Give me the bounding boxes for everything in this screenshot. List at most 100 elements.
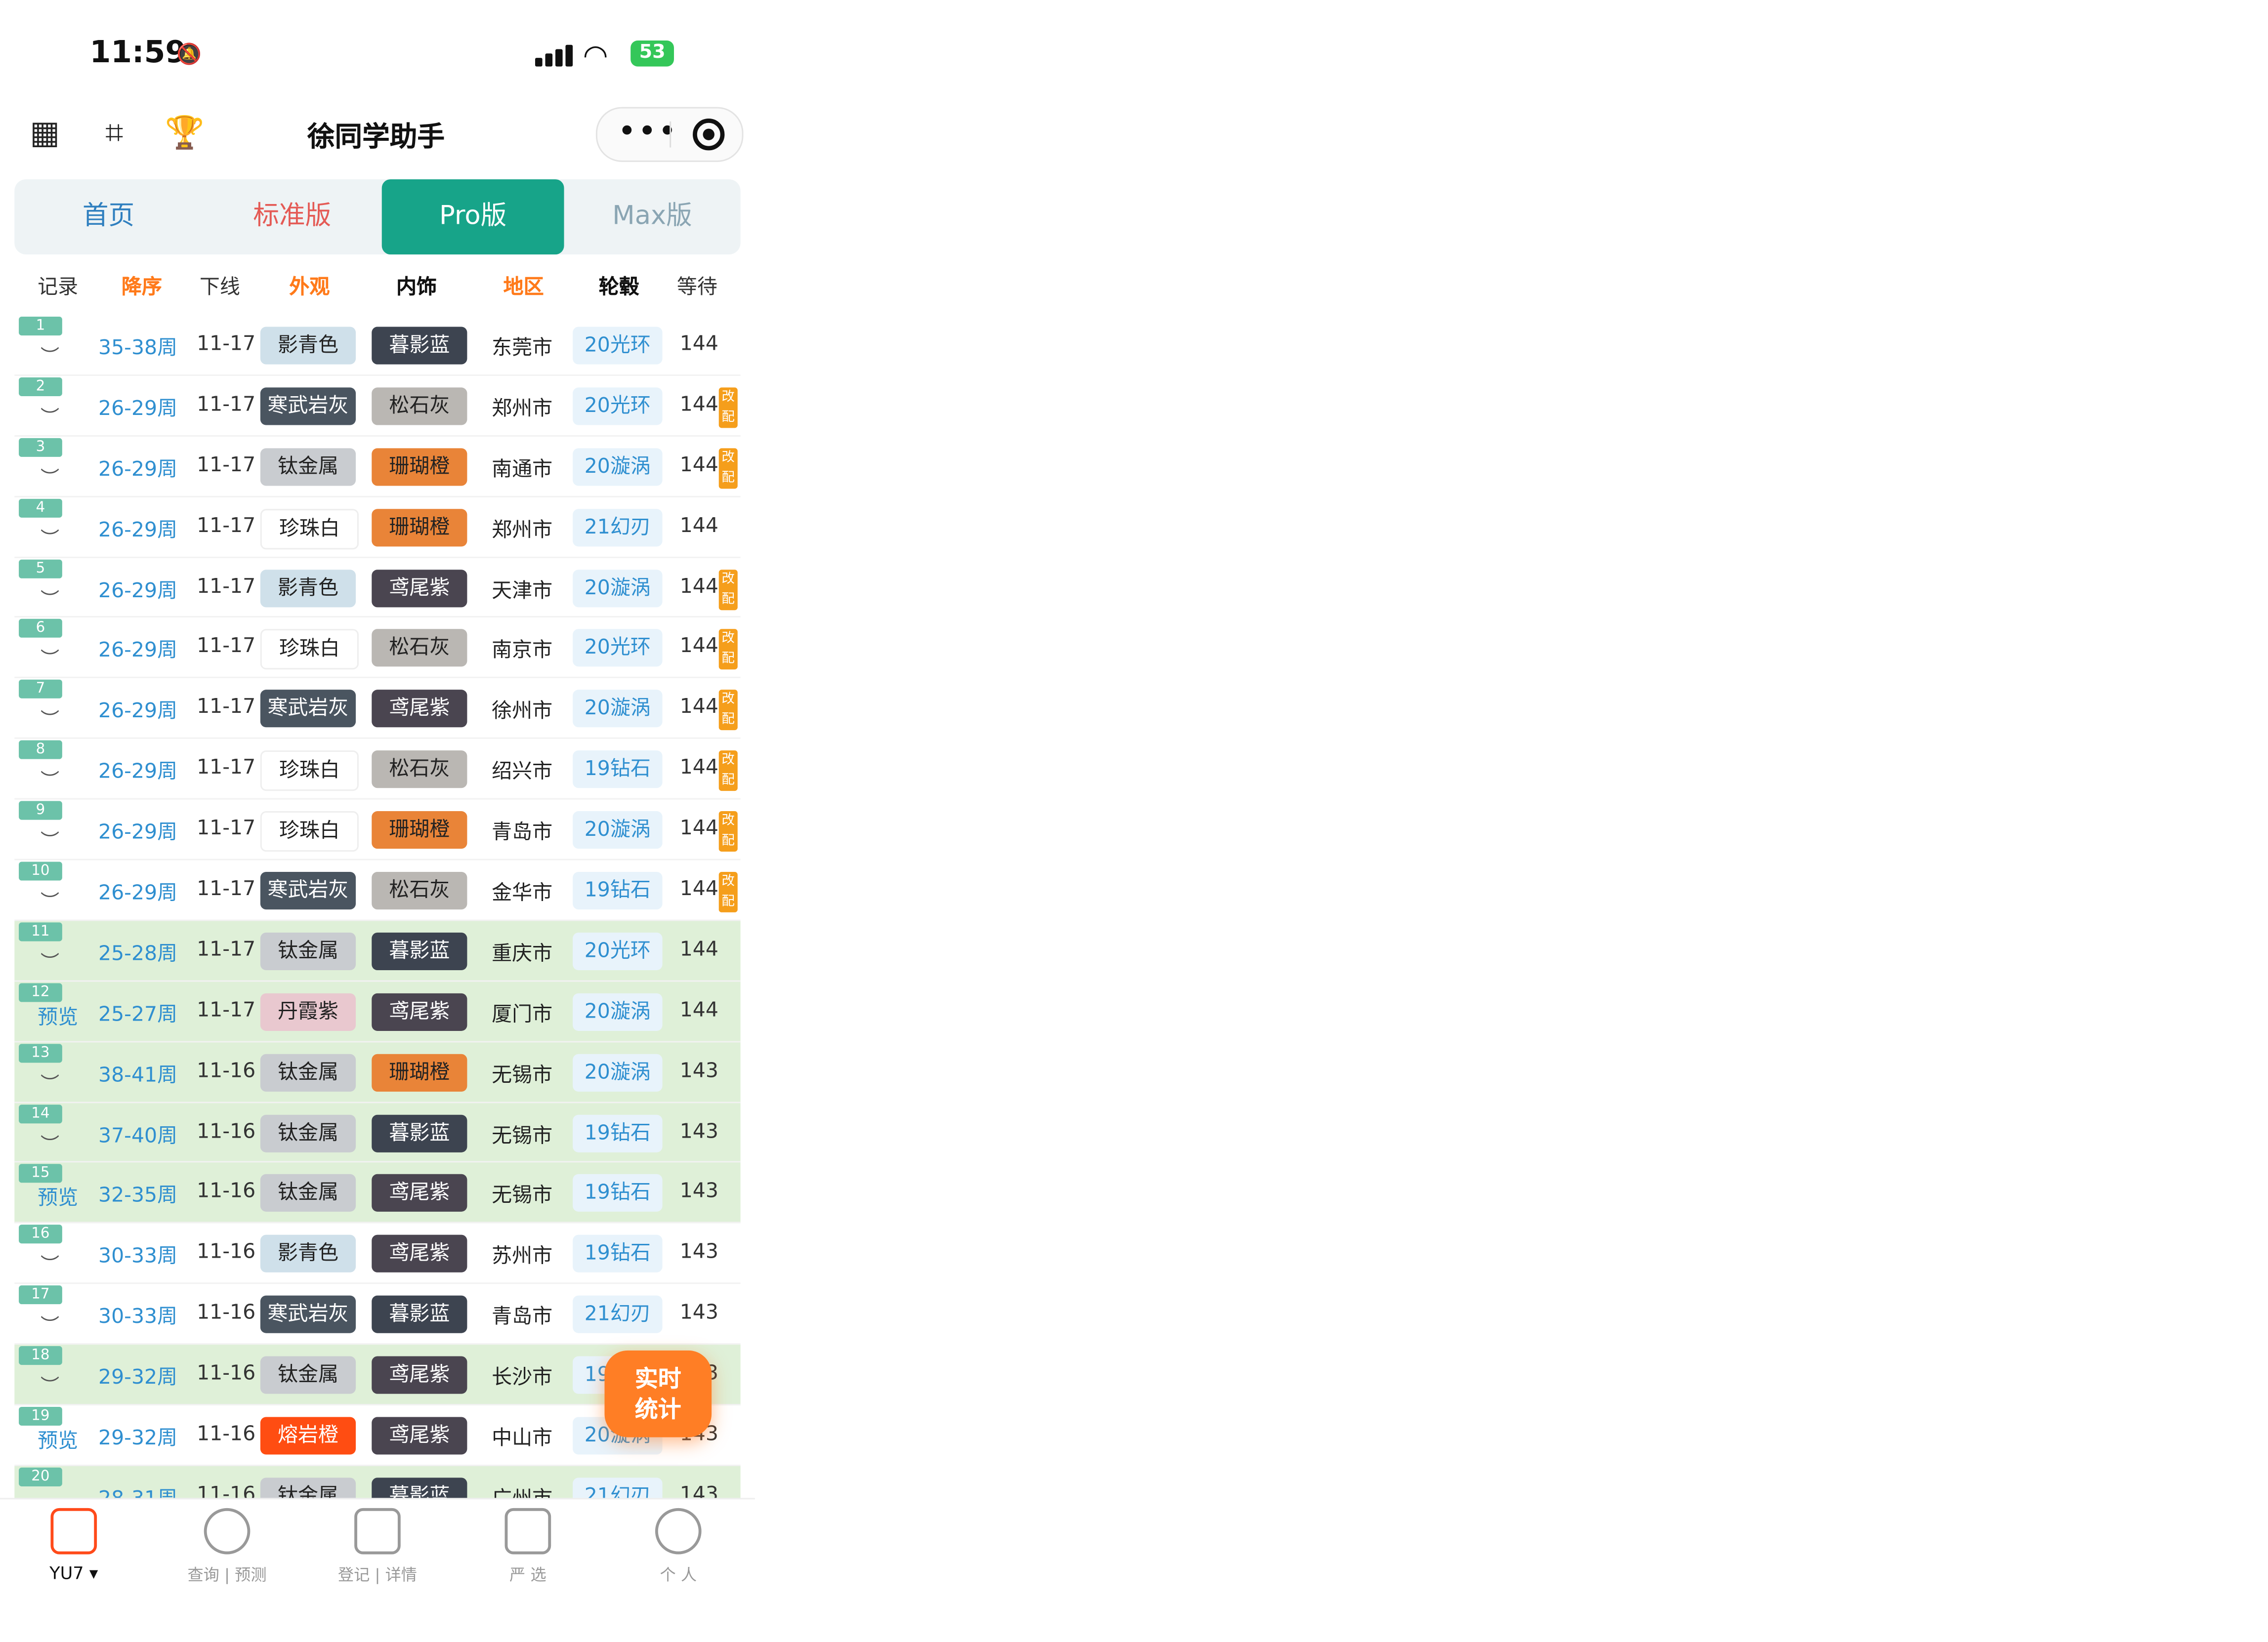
city: 长沙市 bbox=[492, 1366, 553, 1390]
row-index: 12 bbox=[19, 983, 62, 1002]
delivery-weeks: 26-29周 bbox=[98, 761, 178, 784]
interior-tag: 暮影蓝 bbox=[372, 932, 467, 970]
grid-menu-icon[interactable]: ▦ bbox=[26, 116, 64, 153]
delivery-weeks: 32-35周 bbox=[98, 1185, 178, 1208]
city: 天津市 bbox=[492, 579, 553, 603]
wheel-tag: 19钻石 bbox=[573, 750, 663, 788]
table-row[interactable]: 3 ︶ 26-29周 11-17 钛金属 珊瑚橙 南通市 20漩涡 144 改配 bbox=[14, 436, 741, 497]
tab-home[interactable]: 首页 bbox=[14, 179, 203, 254]
wait-days: 144 bbox=[679, 575, 718, 598]
scan-icon[interactable]: ⌗ bbox=[95, 116, 133, 153]
table-row[interactable]: 5 ︶ 26-29周 11-17 影青色 鸢尾紫 天津市 20漩涡 144 改配 bbox=[14, 558, 741, 618]
col-sort[interactable]: 降序 bbox=[122, 272, 162, 301]
table-row[interactable]: 14 ︶ 37-40周 11-16 钛金属 暮影蓝 无锡市 19钻石 143 bbox=[14, 1103, 741, 1163]
nav-model-switch[interactable]: YU7 ▾ bbox=[9, 1508, 139, 1583]
table-row[interactable]: 16 ︶ 30-33周 11-16 影青色 鸢尾紫 苏州市 19钻石 143 bbox=[14, 1224, 741, 1284]
miniprogram-capsule: ••• bbox=[595, 107, 744, 162]
col-wheel[interactable]: 轮毂 bbox=[599, 272, 639, 301]
table-row[interactable]: 4 ︶ 26-29周 11-17 珍珠白 珊瑚橙 郑州市 21幻刃 144 bbox=[14, 497, 741, 558]
closed-eye-icon[interactable]: ︶ bbox=[41, 1129, 59, 1156]
shop-icon bbox=[504, 1508, 551, 1555]
exterior-tag: 影青色 bbox=[260, 327, 356, 365]
table-row[interactable]: 11 ︶ 25-28周 11-17 钛金属 暮影蓝 重庆市 20光环 144 bbox=[14, 921, 741, 982]
wait-days: 144 bbox=[679, 998, 718, 1022]
preview-link[interactable]: 预览 bbox=[38, 1002, 78, 1031]
closed-eye-icon[interactable]: ︶ bbox=[41, 341, 59, 369]
table-row[interactable]: 8 ︶ 26-29周 11-17 珍珠白 松石灰 绍兴市 19钻石 144 改配 bbox=[14, 739, 741, 800]
table-row[interactable]: 1 ︶ 35-38周 11-17 影青色 暮影蓝 东莞市 20光环 144 bbox=[14, 315, 741, 376]
table-row[interactable]: 6 ︶ 26-29周 11-17 珍珠白 松石灰 南京市 20光环 144 改配 bbox=[14, 618, 741, 679]
offline-date: 11-16 bbox=[197, 1423, 256, 1446]
table-row[interactable]: 13 ︶ 38-41周 11-16 钛金属 珊瑚橙 无锡市 20漩涡 143 bbox=[14, 1042, 741, 1103]
closed-eye-icon[interactable]: ︶ bbox=[41, 1068, 59, 1096]
wheel-tag: 20光环 bbox=[573, 387, 663, 425]
closed-eye-icon[interactable]: ︶ bbox=[41, 1371, 59, 1398]
city: 无锡市 bbox=[492, 1185, 553, 1208]
closed-eye-icon[interactable]: ︶ bbox=[41, 1311, 59, 1338]
closed-eye-icon[interactable]: ︶ bbox=[41, 947, 59, 975]
city: 郑州市 bbox=[492, 518, 553, 542]
tab-pro[interactable]: Pro版 bbox=[381, 179, 564, 255]
search-icon bbox=[204, 1508, 251, 1555]
realtime-stats-button[interactable]: 实时 统计 bbox=[604, 1350, 712, 1437]
exterior-tag: 寒武岩灰 bbox=[260, 690, 356, 728]
table-row[interactable]: 12 预览 25-27周 11-17 丹霞紫 鸢尾紫 厦门市 20漩涡 144 bbox=[14, 981, 741, 1042]
col-wait[interactable]: 等待 bbox=[677, 272, 717, 301]
app-header: ▦ ⌗ 🏆 徐同学助手 ••• bbox=[0, 101, 755, 170]
preview-link[interactable]: 预览 bbox=[38, 1184, 78, 1213]
city: 无锡市 bbox=[492, 1064, 553, 1087]
delivery-weeks: 35-38周 bbox=[98, 336, 178, 360]
trophy-icon[interactable]: 🏆 bbox=[165, 116, 205, 153]
closed-eye-icon[interactable]: ︶ bbox=[41, 1250, 59, 1277]
closed-eye-icon[interactable]: ︶ bbox=[41, 704, 59, 732]
nav-profile[interactable]: 个 人 bbox=[613, 1508, 743, 1586]
interior-tag: 珊瑚橙 bbox=[372, 508, 467, 546]
wheel-tag: 20光环 bbox=[573, 932, 663, 970]
row-index: 19 bbox=[19, 1407, 62, 1426]
offline-date: 11-17 bbox=[197, 817, 256, 840]
closed-eye-icon[interactable]: ︶ bbox=[41, 826, 59, 853]
interior-tag: 鸢尾紫 bbox=[372, 1235, 467, 1273]
interior-tag: 松石灰 bbox=[372, 872, 467, 910]
table-row[interactable]: 2 ︶ 26-29周 11-17 寒武岩灰 松石灰 郑州市 20光环 144 改配 bbox=[14, 376, 741, 437]
table-row[interactable]: 9 ︶ 26-29周 11-17 珍珠白 珊瑚橙 青岛市 20漩涡 144 改配 bbox=[14, 800, 741, 861]
nav-select[interactable]: 严 选 bbox=[463, 1508, 593, 1586]
nav-register[interactable]: 登记 | 详情 bbox=[312, 1508, 442, 1586]
table-row[interactable]: 15 预览 32-35周 11-16 钛金属 鸢尾紫 无锡市 19钻石 143 bbox=[14, 1163, 741, 1224]
col-record[interactable]: 记录 bbox=[38, 272, 78, 301]
delivery-weeks: 30-33周 bbox=[98, 1306, 178, 1329]
closed-eye-icon[interactable]: ︶ bbox=[41, 765, 59, 793]
table-row[interactable]: 7 ︶ 26-29周 11-17 寒武岩灰 鸢尾紫 徐州市 20漩涡 144 改配 bbox=[14, 679, 741, 739]
interior-tag: 鸢尾紫 bbox=[372, 569, 467, 607]
closed-eye-icon[interactable]: ︶ bbox=[41, 523, 59, 550]
interior-tag: 松石灰 bbox=[372, 750, 467, 788]
col-region[interactable]: 地区 bbox=[504, 272, 544, 301]
close-miniprogram-icon[interactable] bbox=[693, 119, 725, 151]
interior-tag: 鸢尾紫 bbox=[372, 993, 467, 1031]
closed-eye-icon[interactable]: ︶ bbox=[41, 583, 59, 611]
closed-eye-icon[interactable]: ︶ bbox=[41, 462, 59, 490]
more-icon[interactable]: ••• bbox=[618, 114, 678, 150]
wheel-tag: 21幻刃 bbox=[573, 1296, 663, 1334]
table-row[interactable]: 10 ︶ 26-29周 11-17 寒武岩灰 松石灰 金华市 19钻石 144 改配 bbox=[14, 861, 741, 921]
tab-max[interactable]: Max版 bbox=[564, 179, 741, 254]
modified-badge: 改配 bbox=[718, 387, 738, 428]
preview-link[interactable]: 预览 bbox=[38, 1426, 78, 1455]
col-exterior[interactable]: 外观 bbox=[289, 272, 330, 301]
closed-eye-icon[interactable]: ︶ bbox=[41, 402, 59, 429]
col-offline[interactable]: 下线 bbox=[200, 272, 240, 301]
row-index: 13 bbox=[19, 1043, 62, 1063]
table-row[interactable]: 17 ︶ 30-33周 11-16 寒武岩灰 暮影蓝 青岛市 21幻刃 143 bbox=[14, 1284, 741, 1345]
city: 重庆市 bbox=[492, 943, 553, 966]
modified-badge: 改配 bbox=[718, 569, 738, 610]
modified-badge: 改配 bbox=[718, 448, 738, 489]
interior-tag: 珊瑚橙 bbox=[372, 811, 467, 849]
mute-icon: 🔕 bbox=[176, 43, 202, 67]
closed-eye-icon[interactable]: ︶ bbox=[41, 886, 59, 914]
interior-tag: 暮影蓝 bbox=[372, 1296, 467, 1334]
tab-standard[interactable]: 标准版 bbox=[203, 179, 382, 254]
row-index: 18 bbox=[19, 1346, 62, 1365]
col-interior[interactable]: 内饰 bbox=[396, 272, 437, 301]
closed-eye-icon[interactable]: ︶ bbox=[41, 644, 59, 672]
nav-query[interactable]: 查询 | 预测 bbox=[162, 1508, 292, 1586]
